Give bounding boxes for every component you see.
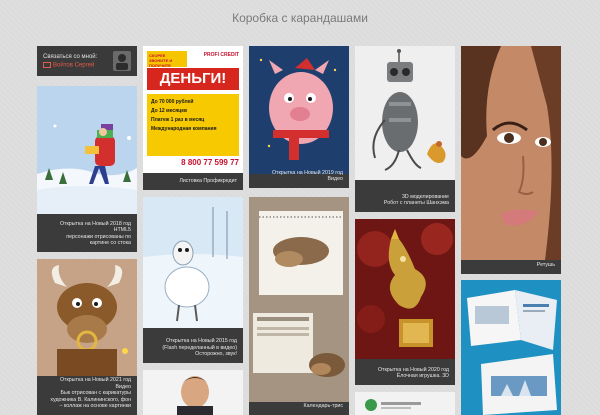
card-thumbnail: [355, 46, 455, 180]
card-thumbnail: [143, 370, 243, 415]
flyer-brand: PROFI CREDIT: [203, 52, 239, 58]
card-caption: Открытка на Новый 2021 год Видео Бык отр…: [50, 377, 131, 410]
portfolio-card[interactable]: [355, 392, 455, 415]
contact-email-link[interactable]: Войтов Сергей: [43, 62, 94, 69]
card-thumbnail: СКОРЕЕ ЗВОНИТЕ И ПОЛУЧИТЕ PROFI CREDIT Д…: [143, 46, 243, 173]
flyer-bullet: До 12 месяцев: [151, 108, 188, 114]
portfolio-card[interactable]: Открытка на Новый 2019 год Видео: [249, 46, 349, 188]
flyer-bullet: До 70 000 рублей: [151, 99, 194, 105]
card-thumbnail: [143, 197, 243, 328]
flyer-small-headline: СКОРЕЕ ЗВОНИТЕ И ПОЛУЧИТЕ: [147, 51, 187, 68]
card-caption: 3D моделирование Робот с планеты Шанхэма: [383, 193, 449, 207]
card-thumbnail: [37, 86, 137, 214]
card-caption: Открытка на Новый 2019 год Видео: [271, 169, 343, 183]
contact-name: Войтов Сергей: [53, 62, 95, 69]
portfolio-card[interactable]: Календарь-триc: [249, 197, 349, 415]
contact-label: Связаться со мной:: [43, 54, 98, 60]
card-caption: [355, 406, 455, 415]
envelope-icon: [43, 62, 51, 68]
portfolio-card[interactable]: [461, 280, 561, 415]
portfolio-card[interactable]: Открытка на Новый 2020 год Ёлочная игруш…: [355, 219, 455, 385]
portfolio-card[interactable]: [143, 370, 243, 415]
card-thumbnail: [37, 259, 137, 376]
card-thumbnail: [249, 46, 349, 174]
portfolio-card[interactable]: Открытка на Новый 2015 год (Flash переде…: [143, 197, 243, 363]
flyer-bullet: Платеж 1 раз в месяц: [151, 117, 205, 123]
flyer-yellow-panel: До 70 000 рублей До 12 месяцев Платеж 1 …: [147, 94, 239, 156]
avatar: [113, 51, 131, 71]
flyer-bullet: Международная компания: [151, 126, 217, 132]
flyer-headline: ДЕНЬГИ!: [147, 68, 239, 90]
portfolio-card[interactable]: Открытка на Новый 2021 год Видео Бык отр…: [37, 259, 137, 415]
flyer-phone: 8 800 77 599 77: [181, 158, 239, 167]
avatar-figure-icon: [116, 54, 128, 70]
card-thumbnail: [249, 197, 349, 402]
portfolio-card[interactable]: СКОРЕЕ ЗВОНИТЕ И ПОЛУЧИТЕ PROFI CREDIT Д…: [143, 46, 243, 190]
card-caption: Открытка на Новый 2020 год Ёлочная игруш…: [377, 366, 449, 380]
card-thumbnail: [461, 280, 561, 415]
card-thumbnail: [355, 219, 455, 359]
card-caption: Открытка на Новый 2018 год HTML5 персона…: [59, 220, 131, 247]
portfolio-card[interactable]: Открытка на Новый 2018 год HTML5 персона…: [37, 86, 137, 252]
portfolio-card[interactable]: 3D моделирование Робот с планеты Шанхэма: [355, 46, 455, 212]
card-caption: Листовка Профикредит: [179, 178, 237, 185]
card-thumbnail: [461, 46, 561, 260]
card-caption: Открытка на Новый 2015 год (Flash переде…: [162, 338, 237, 358]
card-caption: Ретушь: [536, 262, 555, 269]
card-caption: Календарь-триc: [303, 403, 343, 410]
site-title: Коробка с карандашами: [232, 11, 368, 25]
card-caption: [461, 406, 561, 415]
contact-box: Связаться со мной: Войтов Сергей: [37, 46, 137, 76]
portfolio-card[interactable]: Ретушь: [461, 46, 561, 274]
